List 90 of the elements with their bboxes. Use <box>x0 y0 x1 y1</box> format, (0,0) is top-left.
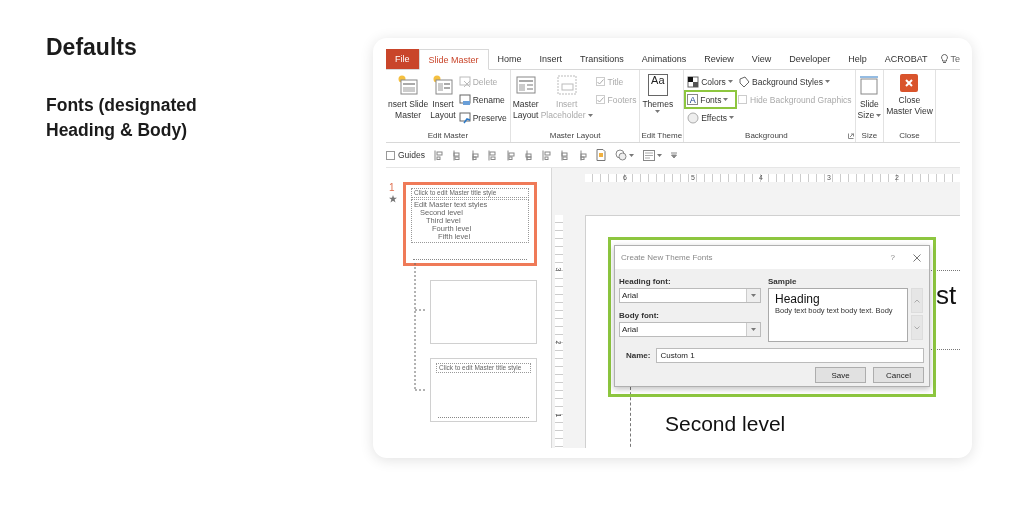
ribbon-tab[interactable]: Insert <box>530 49 572 69</box>
ribbon-tab[interactable]: Home <box>488 49 531 69</box>
group-label: Edit Theme <box>641 131 683 140</box>
layout-icon <box>514 74 537 96</box>
ribbon-button[interactable]: Insert Layout <box>429 72 457 123</box>
font-dropdown[interactable]: Arial <box>619 288 761 303</box>
ribbon-tab[interactable]: Animations <box>632 49 696 69</box>
star-icon <box>389 195 397 203</box>
ribbon-button[interactable]: Master Layout <box>511 72 540 123</box>
distribute-icon[interactable] <box>541 149 551 161</box>
colors-icon <box>687 75 700 88</box>
slide-body-text: Second level <box>665 412 786 436</box>
rename-icon <box>458 93 471 106</box>
caret-icon <box>751 294 756 297</box>
chevron-up-icon <box>914 298 920 303</box>
align-bottom-icon[interactable] <box>523 149 533 161</box>
ribbon-button[interactable]: Colors <box>685 73 736 90</box>
effects-icon <box>687 111 700 124</box>
preserve-icon <box>458 111 471 124</box>
caret-icon <box>656 153 662 157</box>
section-heading: Fonts (designated Heading & Body) <box>46 94 198 143</box>
slide-title-text: st <box>936 280 957 311</box>
group-label: Size <box>860 131 879 140</box>
checkbox[interactable] <box>386 150 395 160</box>
ribbon-tab[interactable]: Help <box>839 49 876 69</box>
ribbon-button[interactable]: Background Styles <box>736 73 854 90</box>
page-icon[interactable] <box>595 149 606 161</box>
close-icon <box>900 74 919 92</box>
field-label: Sample <box>768 277 798 287</box>
group-label: Master Layout <box>548 131 602 140</box>
ribbon-button[interactable]: A Fonts <box>685 91 736 108</box>
align-right-icon[interactable] <box>451 149 461 161</box>
chevron-down-icon <box>914 325 920 330</box>
checkbox-label: Title <box>607 76 624 87</box>
fonts-icon: A <box>687 94 699 105</box>
ribbon-tab[interactable]: Transitions <box>571 49 633 69</box>
ribbon-tab[interactable]: Review <box>695 49 743 69</box>
ribbon-tab[interactable]: View <box>742 49 781 69</box>
tell-me-button[interactable]: Te <box>936 49 960 69</box>
ribbon-tab[interactable]: Developer <box>780 49 840 69</box>
delete-slide-icon <box>458 75 471 88</box>
slide-thumbnail[interactable] <box>430 280 537 344</box>
name-field[interactable]: Custom 1 <box>656 348 924 363</box>
ribbon-button[interactable]: Effects <box>685 109 736 126</box>
checkbox-label: Footers <box>607 94 637 105</box>
shape-icon[interactable] <box>614 149 627 161</box>
ribbon-button[interactable]: Preserve <box>456 109 509 126</box>
layout-icon <box>431 74 454 96</box>
dialog-launcher-icon[interactable] <box>847 132 854 139</box>
close-icon[interactable] <box>913 253 921 262</box>
group-label: Background <box>744 131 789 140</box>
ribbon-button[interactable]: Rename <box>456 91 509 108</box>
ribbon-button[interactable]: Slide Size <box>856 72 883 123</box>
field-label: Body font: <box>619 311 660 321</box>
ribbon-button[interactable]: Aa Themes <box>641 72 675 115</box>
field-label: Heading font: <box>619 277 672 287</box>
layout-icon[interactable] <box>642 149 655 161</box>
align-middle-icon[interactable] <box>487 149 497 161</box>
file-tab[interactable]: File <box>386 49 419 69</box>
sample-heading: Heading <box>775 292 821 306</box>
group-label: Edit Master <box>426 131 470 140</box>
checkbox-label: Guides <box>398 150 425 160</box>
placeholder-icon <box>555 74 578 96</box>
align-left-icon[interactable] <box>433 149 443 161</box>
cancel-button[interactable]: Cancel <box>873 367 924 383</box>
field-label: Name: <box>626 350 651 361</box>
dialog-title: Create New Theme Fonts <box>621 253 714 262</box>
align-top-icon[interactable] <box>505 149 515 161</box>
slide-icon <box>397 74 420 96</box>
slide-number: 1 <box>389 182 395 193</box>
font-dropdown[interactable]: Arial <box>619 322 761 337</box>
help-button[interactable]: ? <box>878 253 907 262</box>
lightbulb-icon <box>940 54 948 64</box>
caret-icon <box>751 328 756 331</box>
save-button[interactable]: Save <box>815 367 866 383</box>
ribbon-tab[interactable]: Slide Master <box>418 49 489 70</box>
checkbox-label: Hide Background Graphics <box>750 94 852 105</box>
group-label: Close <box>898 131 921 140</box>
ribbon-button[interactable]: nsert Slide Master <box>387 72 430 123</box>
overflow-icon[interactable] <box>670 152 677 158</box>
slide-size-icon <box>858 74 881 96</box>
themes-icon: Aa <box>647 74 668 96</box>
ribbon-button[interactable]: Close Master View <box>885 72 934 119</box>
caret-icon <box>628 153 634 157</box>
ribbon-tab[interactable]: ACROBAT <box>875 49 937 69</box>
spacing-icon[interactable] <box>577 149 587 161</box>
page-heading: Defaults <box>46 34 138 61</box>
align-center-icon[interactable] <box>469 149 479 161</box>
background-styles-icon <box>738 75 750 88</box>
stack-icon[interactable] <box>559 149 569 161</box>
